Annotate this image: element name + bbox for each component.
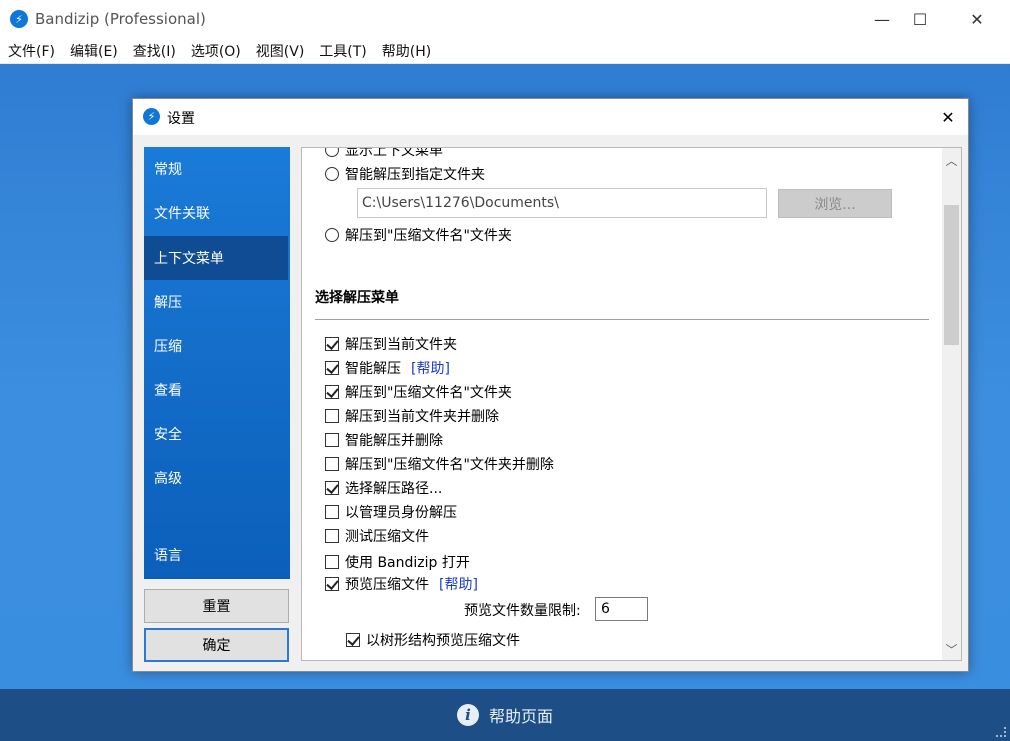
- help-link[interactable]: [帮助]: [439, 574, 478, 594]
- menu-file[interactable]: 文件(F): [8, 41, 55, 61]
- checkbox[interactable]: [325, 433, 339, 447]
- checkbox-label: 使用 Bandizip 打开: [345, 555, 470, 571]
- bandizip-logo-icon: ⚡: [143, 108, 160, 125]
- checkbox-row[interactable]: 解压到当前文件夹: [325, 334, 457, 354]
- settings-dialog: ⚡ 设置 ✕ 常规 文件关联 上下文菜单 解压 压缩 查看 安全 高级 语言 重…: [132, 98, 969, 672]
- preview-limit-input[interactable]: 6: [595, 597, 648, 621]
- checkbox[interactable]: [325, 361, 339, 375]
- checkbox-label: 智能解压并删除: [345, 433, 443, 449]
- checkbox-row[interactable]: 预览压缩文件 [帮助]: [325, 574, 478, 594]
- window-titlebar: ⚡ Bandizip (Professional) — ☐ ✕: [0, 0, 1010, 38]
- dialog-title: 设置: [167, 111, 195, 127]
- checkbox-row[interactable]: 智能解压并删除: [325, 430, 443, 450]
- dialog-titlebar: ⚡ 设置 ✕: [133, 99, 968, 135]
- checkbox-label: 选择解压路径...: [345, 481, 443, 497]
- sidebar-item-context-menu[interactable]: 上下文菜单: [144, 236, 288, 280]
- checkbox-label: 测试压缩文件: [345, 529, 429, 545]
- menu-options[interactable]: 选项(O): [191, 41, 241, 61]
- checkbox[interactable]: [325, 385, 339, 399]
- info-icon: i: [456, 704, 479, 726]
- radio-button[interactable]: [325, 148, 339, 157]
- checkbox[interactable]: [325, 529, 339, 543]
- radio-row-show-context-menu[interactable]: 显示上下文菜单: [325, 147, 443, 160]
- radio-button[interactable]: [325, 228, 339, 242]
- checkbox-row-tree-preview[interactable]: 以树形结构预览压缩文件: [346, 630, 520, 650]
- preview-limit-label: 预览文件数量限制:: [464, 603, 581, 619]
- reset-button[interactable]: 重置: [144, 589, 289, 623]
- resize-grip[interactable]: [996, 727, 1006, 737]
- sidebar-item-compress[interactable]: 压缩: [144, 324, 290, 368]
- sidebar-item-file-association[interactable]: 文件关联: [144, 191, 290, 235]
- checkbox-label: 解压到"压缩文件名"文件夹并删除: [345, 457, 554, 473]
- checkbox[interactable]: [325, 577, 339, 591]
- checkbox-label: 以树形结构预览压缩文件: [366, 633, 520, 649]
- menu-find[interactable]: 查找(I): [133, 41, 176, 61]
- radio-row-extract-to-name[interactable]: 解压到"压缩文件名"文件夹: [325, 225, 512, 245]
- checkbox-row[interactable]: 智能解压 [帮助]: [325, 358, 450, 378]
- checkbox-row[interactable]: 解压到"压缩文件名"文件夹并删除: [325, 454, 554, 474]
- checkbox-label: 解压到当前文件夹: [345, 337, 457, 353]
- scroll-thumb[interactable]: [944, 205, 959, 345]
- scroll-up-icon[interactable]: ︿: [942, 151, 961, 169]
- sidebar-item-extract[interactable]: 解压: [144, 280, 290, 324]
- checkbox[interactable]: [325, 481, 339, 495]
- checkbox[interactable]: [346, 633, 360, 647]
- close-window-button[interactable]: ✕: [952, 0, 1002, 38]
- checkbox[interactable]: [325, 555, 339, 569]
- section-separator: [315, 319, 929, 320]
- help-link[interactable]: [帮助]: [411, 358, 450, 378]
- maximize-button[interactable]: ☐: [895, 0, 945, 38]
- radio-label: 解压到"压缩文件名"文件夹: [345, 228, 512, 244]
- checkbox-label: 解压到"压缩文件名"文件夹: [345, 385, 512, 401]
- vertical-scrollbar[interactable]: ︿ ﹀: [942, 148, 961, 660]
- menu-view[interactable]: 视图(V): [256, 41, 305, 61]
- ok-button[interactable]: 确定: [144, 628, 289, 662]
- scroll-down-icon[interactable]: ﹀: [942, 640, 961, 658]
- sidebar-item-advanced[interactable]: 高级: [144, 456, 290, 500]
- checkbox-row[interactable]: 使用 Bandizip 打开: [325, 552, 470, 572]
- browse-button: 浏览...: [778, 189, 892, 218]
- checkbox[interactable]: [325, 409, 339, 423]
- radio-row-smart-extract-folder[interactable]: 智能解压到指定文件夹: [325, 164, 485, 184]
- checkbox[interactable]: [325, 337, 339, 351]
- radio-label: 显示上下文菜单: [345, 147, 443, 159]
- help-page-bar[interactable]: i 帮助页面: [0, 689, 1010, 741]
- sidebar-item-view[interactable]: 查看: [144, 368, 290, 412]
- menu-edit[interactable]: 编辑(E): [70, 41, 118, 61]
- checkbox-label: 智能解压: [345, 361, 401, 377]
- menubar: 文件(F) 编辑(E) 查找(I) 选项(O) 视图(V) 工具(T) 帮助(H…: [0, 38, 1010, 64]
- settings-sidebar: 常规 文件关联 上下文菜单 解压 压缩 查看 安全 高级 语言: [144, 147, 290, 579]
- checkbox-row[interactable]: 解压到当前文件夹并删除: [325, 406, 499, 426]
- checkbox-row[interactable]: 以管理员身份解压: [325, 502, 457, 522]
- help-page-label: 帮助页面: [488, 707, 553, 726]
- checkbox-row[interactable]: 选择解压路径...: [325, 478, 442, 498]
- checkbox-label: 解压到当前文件夹并删除: [345, 409, 499, 425]
- settings-content-panel: 显示上下文菜单 智能解压到指定文件夹 C:\Users\11276\Docume…: [301, 147, 962, 661]
- checkbox-label: 以管理员身份解压: [345, 505, 457, 521]
- checkbox-row[interactable]: 解压到"压缩文件名"文件夹: [325, 382, 512, 402]
- checkbox[interactable]: [325, 505, 339, 519]
- checkbox-label: 预览压缩文件: [345, 577, 429, 593]
- dialog-close-button[interactable]: ✕: [934, 103, 962, 131]
- sidebar-item-language[interactable]: 语言: [144, 533, 290, 577]
- bandizip-logo-icon: ⚡: [10, 10, 28, 28]
- extract-path-input[interactable]: C:\Users\11276\Documents\: [357, 188, 767, 218]
- radio-button[interactable]: [325, 167, 339, 181]
- section-title: 选择解压菜单: [315, 290, 399, 306]
- menu-help[interactable]: 帮助(H): [382, 41, 431, 61]
- menu-tools[interactable]: 工具(T): [319, 41, 366, 61]
- sidebar-item-general[interactable]: 常规: [144, 147, 290, 191]
- checkbox[interactable]: [325, 457, 339, 471]
- window-title: Bandizip (Professional): [35, 10, 206, 28]
- checkbox-row[interactable]: 测试压缩文件: [325, 526, 429, 546]
- radio-label: 智能解压到指定文件夹: [345, 167, 485, 183]
- sidebar-item-security[interactable]: 安全: [144, 412, 290, 456]
